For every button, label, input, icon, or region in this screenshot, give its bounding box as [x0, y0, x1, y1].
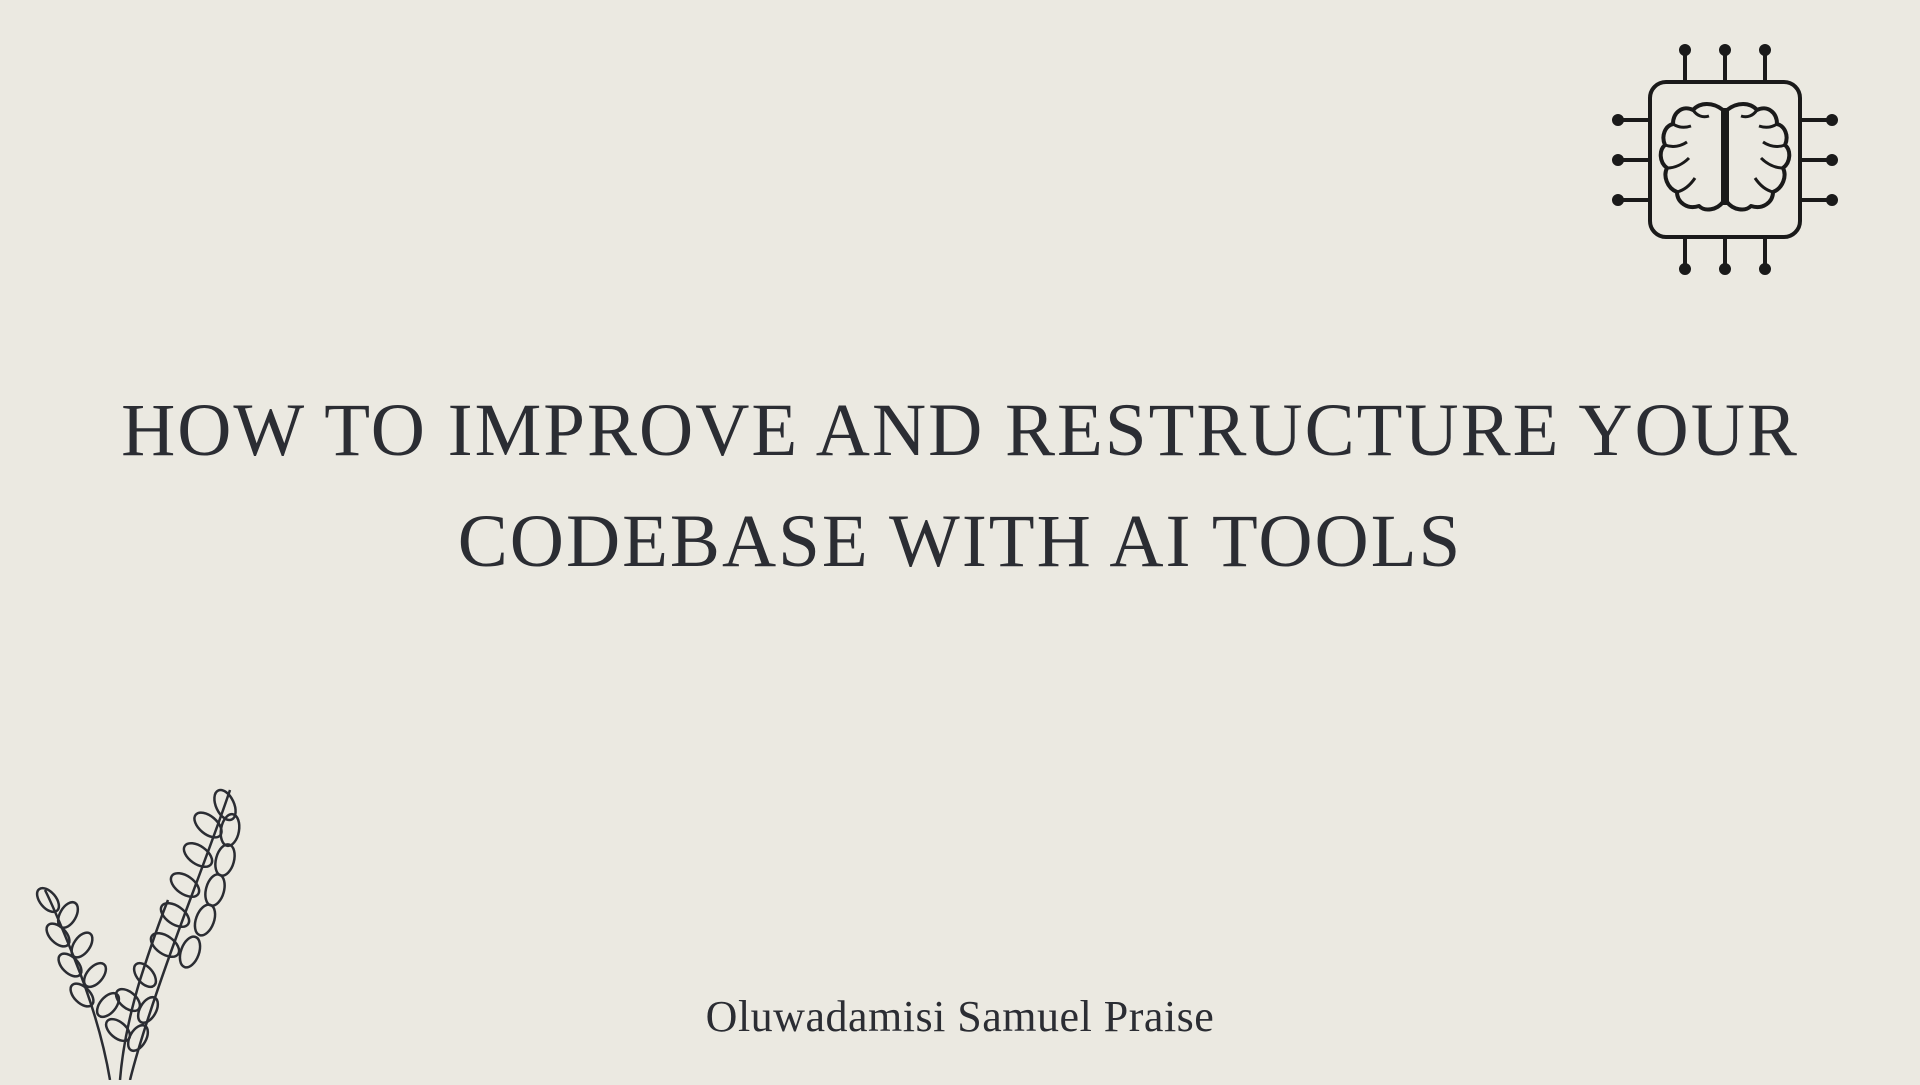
plant-branch-icon: [30, 780, 310, 1080]
page-title: HOW TO IMPROVE AND RESTRUCTURE YOUR CODE…: [96, 375, 1824, 597]
author-name: Oluwadamisi Samuel Praise: [706, 991, 1215, 1042]
brain-chip-icon: [1595, 40, 1855, 280]
